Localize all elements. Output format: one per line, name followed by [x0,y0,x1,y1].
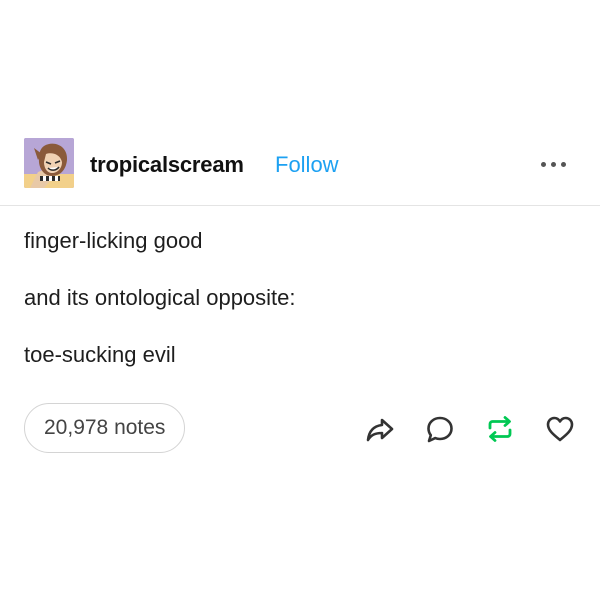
post-text-line: toe-sucking evil [24,342,176,367]
post-actions [364,413,576,445]
more-dot [561,162,566,167]
post-body: finger-licking good and its ontological … [24,228,576,399]
post-header: tropicalscream Follow [24,138,576,190]
more-dot [551,162,556,167]
username-link[interactable]: tropicalscream [90,152,244,178]
reply-icon[interactable] [424,413,456,445]
reblog-icon[interactable] [484,413,516,445]
follow-button[interactable]: Follow [275,152,339,178]
avatar-illustration [24,138,74,188]
share-icon[interactable] [364,413,396,445]
notes-count-button[interactable]: 20,978 notes [24,403,186,453]
more-dot [541,162,546,167]
post-text-line: and its ontological opposite: [24,285,296,310]
more-options-icon[interactable] [541,162,566,167]
post-footer: 20,978 notes [24,403,576,453]
post-text-line: finger-licking good [24,228,203,253]
heart-icon[interactable] [544,413,576,445]
header-divider [0,205,600,206]
avatar[interactable] [24,138,74,188]
